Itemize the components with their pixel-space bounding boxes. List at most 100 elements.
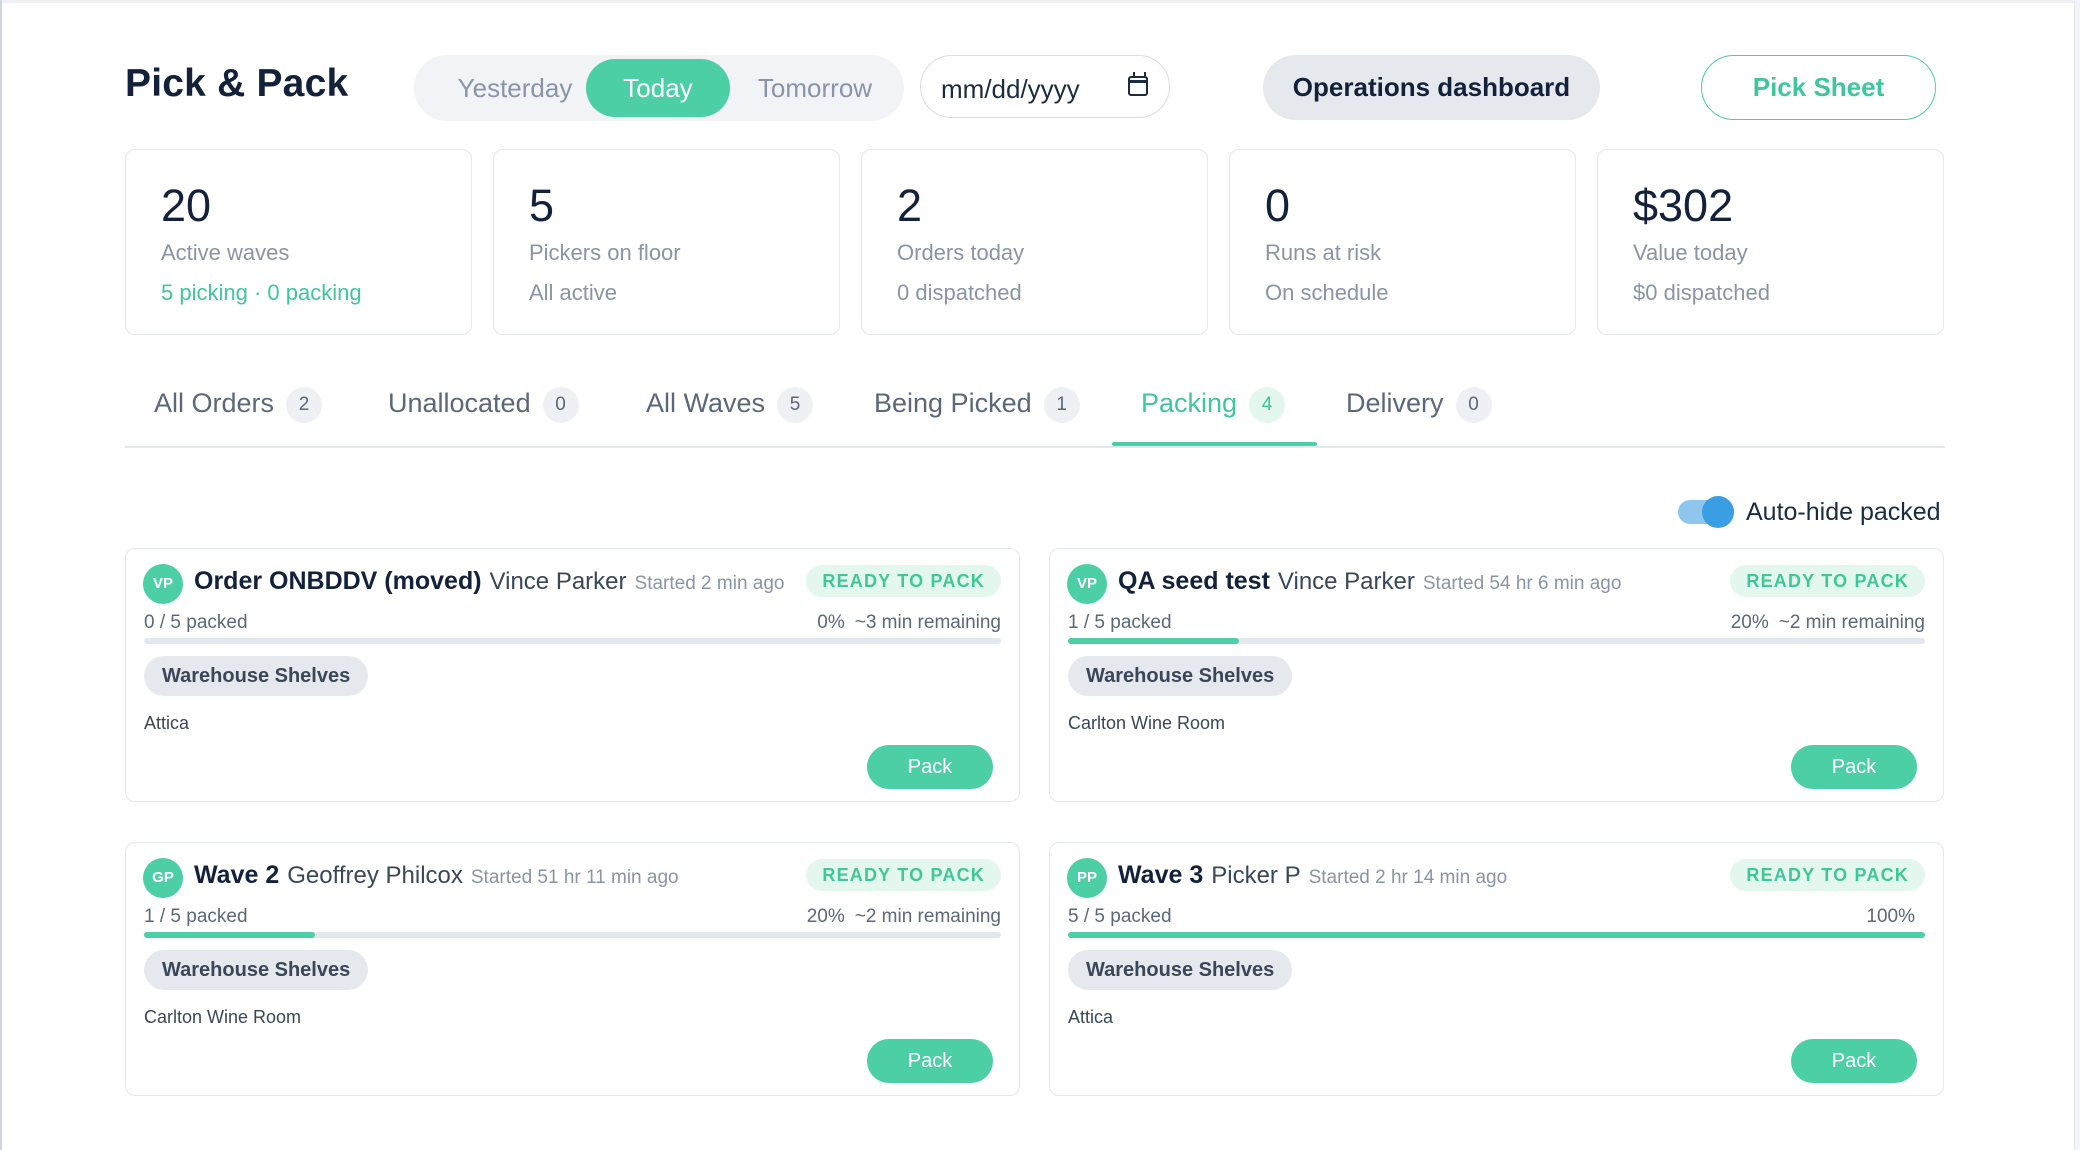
tab-being-picked[interactable]: Being Picked 1: [874, 387, 1080, 447]
card-picker-name: Vince Parker: [1277, 568, 1415, 595]
stat-label: Value today: [1633, 240, 1748, 265]
status-badge: READY TO PACK: [1730, 859, 1925, 891]
progress-meta: 20% ~2 min remaining: [1731, 612, 1925, 634]
card-picker-name: Geoffrey Philcox: [287, 862, 463, 889]
tab-all-orders[interactable]: All Orders 2: [154, 387, 323, 447]
stat-value: 5: [529, 180, 555, 231]
tab-unallocated[interactable]: Unallocated 0: [388, 387, 579, 447]
progress-fill: [1068, 932, 1925, 938]
avatar: VP: [1067, 564, 1107, 604]
segment-tomorrow[interactable]: Tomorrow: [734, 59, 896, 117]
stat-value: 2: [897, 180, 923, 231]
pack-button[interactable]: Pack: [867, 745, 993, 789]
location-chip: Warehouse Shelves: [1068, 656, 1293, 696]
date-input[interactable]: mm/dd/yyyy: [920, 55, 1170, 118]
tab-count-badge: 1: [1043, 387, 1080, 423]
tab-label: Unallocated: [388, 388, 531, 418]
venue-name: Carlton Wine Room: [144, 1007, 302, 1027]
calendar-icon[interactable]: [1127, 72, 1148, 96]
window-scrollbar[interactable]: [2074, 0, 2080, 1150]
progress-fill: [1068, 638, 1240, 644]
operations-dashboard-button[interactable]: Operations dashboard: [1263, 55, 1600, 120]
time-remaining: ~3 min remaining: [854, 612, 1001, 633]
packed-count: 1 / 5 packed: [144, 906, 248, 927]
pack-card: VP QA seed test Vince Parker Started 54 hr…: [1049, 548, 1944, 802]
packed-count: 0 / 5 packed: [144, 612, 248, 633]
stat-card-orders-today: 2 Orders today 0 dispatched: [861, 149, 1208, 335]
tab-label: All Orders: [154, 388, 275, 418]
stat-subtext: $0 dispatched: [1633, 280, 1770, 305]
tab-packing[interactable]: Packing 4: [1141, 387, 1286, 447]
progress-meta: 100%: [1866, 906, 1925, 928]
stat-value: $302: [1633, 180, 1734, 231]
pack-button[interactable]: Pack: [1791, 745, 1917, 789]
card-title: Wave 3: [1118, 861, 1204, 889]
stat-subtext: All active: [529, 280, 618, 305]
tab-count-badge: 4: [1249, 387, 1286, 423]
card-started-time: Started 2 min ago: [634, 573, 785, 594]
status-badge: READY TO PACK: [1730, 565, 1925, 597]
time-remaining: ~2 min remaining: [854, 906, 1001, 927]
tab-delivery[interactable]: Delivery 0: [1346, 387, 1492, 447]
venue-name: Carlton Wine Room: [1068, 713, 1226, 733]
stat-card-value-today: $302 Value today $0 dispatched: [1597, 149, 1944, 335]
card-title: QA seed test: [1118, 567, 1270, 595]
segment-today[interactable]: Today: [586, 59, 730, 117]
stat-subtext: 5 picking · 0 packing: [161, 280, 362, 305]
card-started-time: Started 54 hr 6 min ago: [1422, 573, 1622, 594]
stat-label: Pickers on floor: [529, 240, 681, 265]
progress-percent: 100%: [1866, 906, 1915, 927]
top-border: [0, 0, 2080, 3]
tab-label: Being Picked: [874, 388, 1032, 418]
tab-all-waves[interactable]: All Waves 5: [646, 387, 814, 447]
progress-bar: [1068, 932, 1925, 938]
stat-subtext: 0 dispatched: [897, 280, 1022, 305]
packed-count: 5 / 5 packed: [1068, 906, 1172, 927]
pack-button[interactable]: Pack: [867, 1039, 993, 1083]
progress-percent: 20%: [1730, 612, 1769, 633]
tab-count-badge: 0: [542, 387, 579, 423]
tab-count-badge: 2: [286, 387, 323, 423]
card-title: Order ONBDDV (moved): [194, 567, 482, 595]
segment-yesterday[interactable]: Yesterday: [426, 59, 604, 117]
card-started-time: Started 51 hr 11 min ago: [470, 867, 679, 888]
card-header: Wave 2 Geoffrey Philcox Started 51 hr 11 m…: [194, 861, 679, 890]
progress-bar: [1068, 638, 1925, 644]
card-header: QA seed test Vince Parker Started 54 hr 6 …: [1118, 567, 1621, 596]
card-picker-name: Picker P: [1211, 862, 1301, 889]
avatar: VP: [143, 564, 183, 604]
stat-subtext: On schedule: [1265, 280, 1389, 305]
day-segmented-control: Yesterday Today Tomorrow: [414, 55, 904, 121]
toggle-knob: [1702, 496, 1734, 528]
packed-count: 1 / 5 packed: [1068, 612, 1172, 633]
pack-button[interactable]: Pack: [1791, 1039, 1917, 1083]
auto-hide-packed-toggle[interactable]: [1678, 496, 1734, 528]
auto-hide-packed-label: Auto-hide packed: [1746, 498, 1941, 526]
location-chip: Warehouse Shelves: [144, 950, 369, 990]
stat-value: 0: [1265, 180, 1291, 231]
pack-card: PP Wave 3 Picker P Started 2 hr 14 min ago…: [1049, 842, 1944, 1096]
stat-value: 20: [161, 180, 212, 231]
stat-label: Runs at risk: [1265, 240, 1382, 265]
pick-sheet-button[interactable]: Pick Sheet: [1701, 55, 1936, 120]
stat-card-active-waves: 20 Active waves 5 picking · 0 packing: [125, 149, 472, 335]
status-badge: READY TO PACK: [806, 859, 1001, 891]
tab-label: All Waves: [646, 388, 766, 418]
date-placeholder: mm/dd/yyyy: [941, 74, 1080, 104]
active-tab-indicator: [1112, 442, 1317, 446]
card-header: Wave 3 Picker P Started 2 hr 14 min ago: [1118, 861, 1507, 890]
stat-label: Orders today: [897, 240, 1025, 265]
venue-name: Attica: [1068, 1007, 1114, 1027]
location-chip: Warehouse Shelves: [1068, 950, 1293, 990]
status-badge: READY TO PACK: [806, 565, 1001, 597]
pack-card: VP Order ONBDDV (moved) Vince Parker Start…: [125, 548, 1020, 802]
tabs-divider: [125, 446, 1945, 448]
left-border: [0, 0, 2, 1150]
stat-label: Active waves: [161, 240, 290, 265]
stat-card-runs-at-risk: 0 Runs at risk On schedule: [1229, 149, 1576, 335]
venue-name: Attica: [144, 713, 190, 733]
time-remaining: ~2 min remaining: [1778, 612, 1925, 633]
progress-meta: 0% ~3 min remaining: [817, 612, 1001, 634]
card-started-time: Started 2 hr 14 min ago: [1308, 867, 1508, 888]
location-chip: Warehouse Shelves: [144, 656, 369, 696]
